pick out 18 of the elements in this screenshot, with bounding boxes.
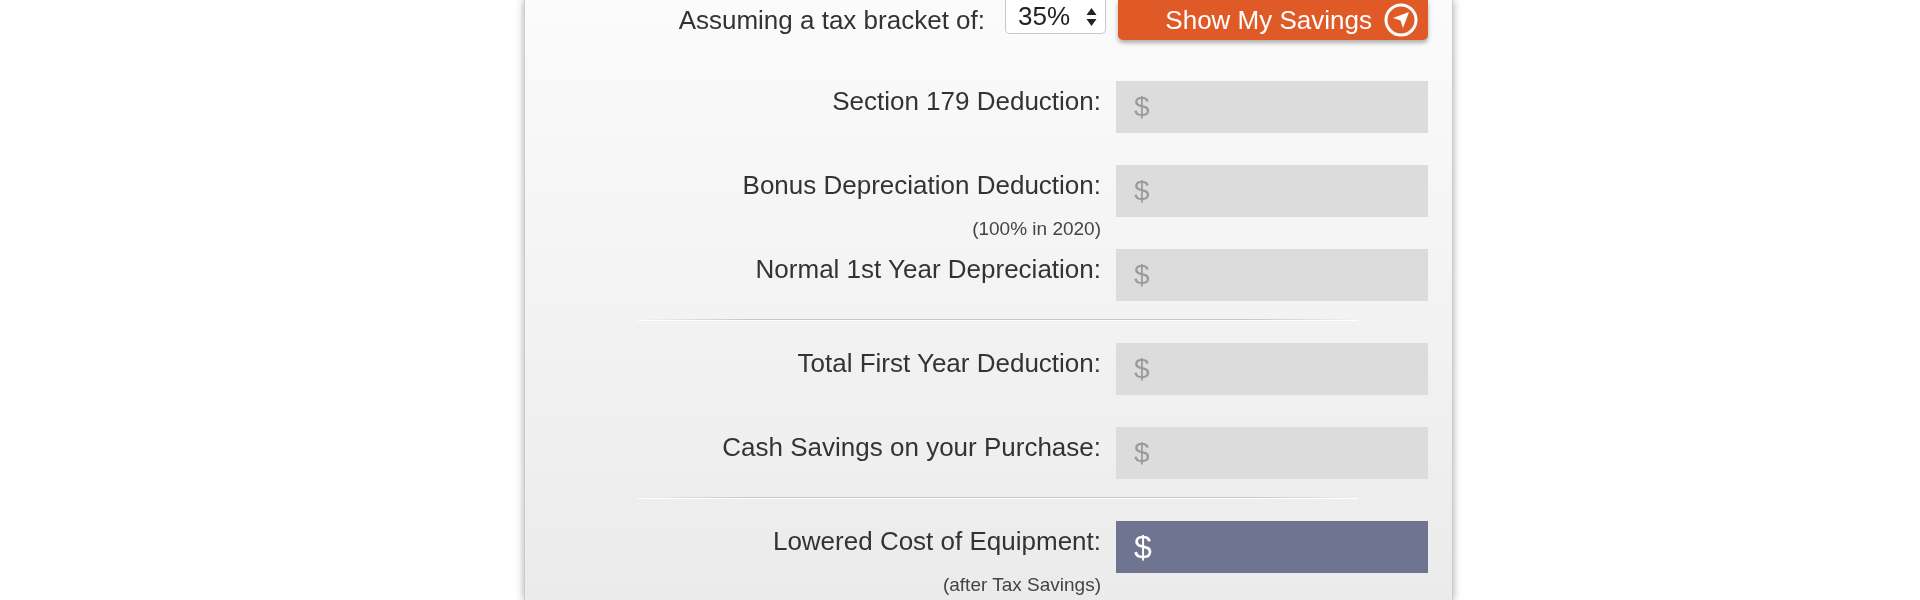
field-note: (after Tax Savings) [942, 573, 1101, 597]
amount-field: $ [1116, 249, 1428, 301]
amount-field: $ [1116, 343, 1428, 395]
tax-bracket-select[interactable]: 35% [1005, 0, 1106, 34]
field-note: (100% in 2020) [972, 217, 1101, 241]
field-label: Bonus Depreciation Deduction: [742, 169, 1101, 202]
field-label: Normal 1st Year Depreciation: [755, 253, 1101, 286]
up-down-arrows-icon [1086, 6, 1097, 27]
total-amount-field: $ [1116, 521, 1428, 573]
amount-field: $ [1116, 165, 1428, 217]
tax-bracket-label: Assuming a tax bracket of: [678, 5, 985, 35]
field-label: Cash Savings on your Purchase: [722, 431, 1101, 464]
field-label: Section 179 Deduction: [832, 85, 1101, 118]
amount-field: $ [1116, 81, 1428, 133]
field-label: Total First Year Deduction: [797, 347, 1101, 380]
amount-field: $ [1116, 427, 1428, 479]
show-savings-button[interactable]: Show My Savings [1118, 0, 1428, 40]
field-label: Lowered Cost of Equipment: [772, 525, 1101, 558]
